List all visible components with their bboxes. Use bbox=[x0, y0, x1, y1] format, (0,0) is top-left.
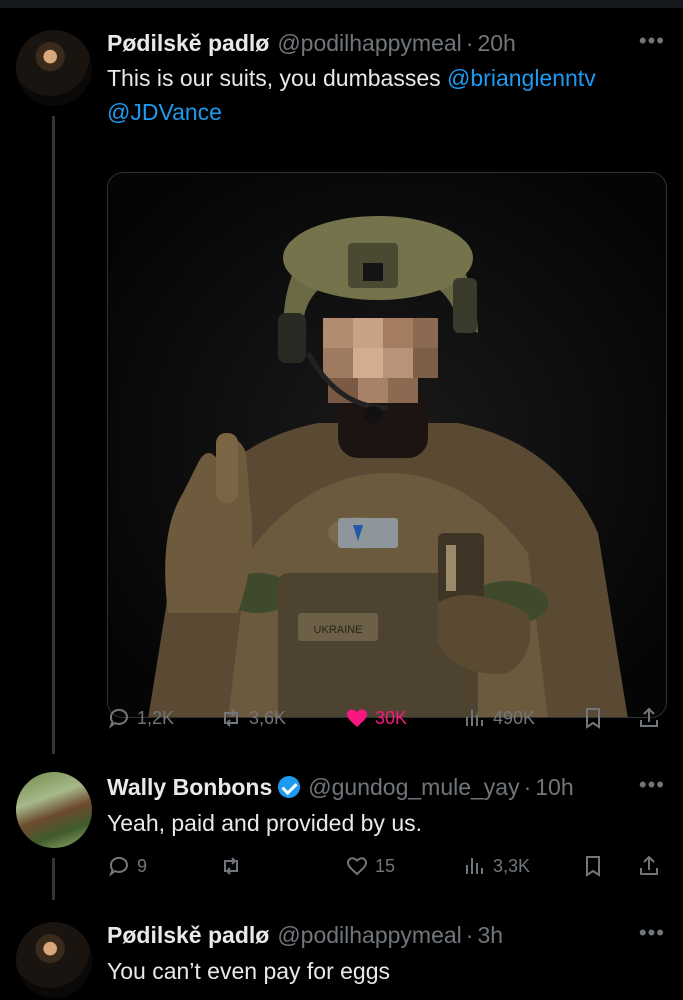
author-name[interactable]: Wally Bonbons bbox=[107, 772, 272, 802]
thread-line bbox=[52, 748, 55, 754]
share-button[interactable] bbox=[637, 854, 667, 878]
author-name[interactable]: Pødilskě padlø bbox=[107, 28, 269, 58]
like-icon bbox=[346, 857, 368, 876]
views-icon bbox=[466, 858, 483, 874]
thread-line bbox=[52, 858, 55, 900]
share-button[interactable] bbox=[637, 706, 667, 730]
tweet-image[interactable]: UKRAINE bbox=[107, 172, 667, 718]
separator: · bbox=[523, 774, 532, 800]
tweet-text-body: This is our suits, you dumbasses bbox=[107, 65, 448, 91]
timestamp[interactable]: 20h bbox=[477, 28, 515, 58]
tweet-1[interactable]: Pødilskě padlø @podilhappymeal · 20h •••… bbox=[0, 28, 683, 748]
tweet-actions: 9 15 3,3K bbox=[107, 854, 667, 886]
like-icon bbox=[347, 709, 367, 727]
thread-line bbox=[52, 116, 55, 748]
patch-text: UKRAINE bbox=[314, 624, 363, 636]
tweet-header: Pødilskě padlø @podilhappymeal · 3h bbox=[107, 920, 623, 950]
avatar[interactable] bbox=[16, 772, 92, 848]
reply-count: 9 bbox=[137, 855, 148, 876]
timestamp[interactable]: 3h bbox=[477, 920, 503, 950]
share-icon bbox=[640, 707, 658, 727]
separator: · bbox=[465, 922, 474, 948]
more-icon[interactable]: ••• bbox=[639, 772, 665, 798]
reply-count: 1,2K bbox=[137, 707, 175, 728]
like-count: 30K bbox=[375, 707, 408, 728]
soldier-photo: UKRAINE bbox=[108, 173, 666, 717]
tweet-actions: 1,2K 3,6K 30K 490K bbox=[107, 706, 667, 738]
mention-link[interactable]: @brianglenntv bbox=[447, 65, 596, 91]
retweet-icon bbox=[224, 709, 238, 727]
tweet-3[interactable]: Pødilskě padlø @podilhappymeal · 3h ••• … bbox=[0, 920, 683, 1000]
author-handle[interactable]: @podilhappymeal bbox=[277, 28, 461, 58]
reply-button[interactable]: 9 bbox=[107, 854, 147, 878]
reply-icon bbox=[108, 708, 128, 729]
bookmark-button[interactable] bbox=[581, 854, 611, 878]
bookmark-button[interactable] bbox=[581, 706, 611, 730]
reply-button[interactable]: 1,2K bbox=[107, 706, 174, 730]
mention-link[interactable]: @JDVance bbox=[107, 99, 222, 125]
views-button[interactable]: 490K bbox=[463, 706, 535, 730]
author-name[interactable]: Pødilskě padlø bbox=[107, 920, 269, 950]
tweet-text: You can’t even pay for eggs bbox=[107, 958, 391, 984]
more-icon[interactable]: ••• bbox=[639, 920, 665, 946]
like-button[interactable]: 30K bbox=[345, 706, 407, 730]
retweet-icon bbox=[224, 857, 238, 875]
views-count: 490K bbox=[493, 707, 536, 728]
bookmark-icon bbox=[586, 856, 600, 877]
top-divider bbox=[0, 0, 683, 8]
verified-icon bbox=[278, 776, 301, 798]
like-button[interactable]: 15 bbox=[345, 854, 395, 878]
more-icon[interactable]: ••• bbox=[639, 28, 665, 54]
like-count: 15 bbox=[375, 855, 396, 876]
retweet-button[interactable]: 3,6K bbox=[219, 706, 286, 730]
retweet-count: 3,6K bbox=[249, 707, 287, 728]
avatar[interactable] bbox=[16, 922, 92, 998]
bookmark-icon bbox=[586, 708, 600, 729]
avatar[interactable] bbox=[16, 30, 92, 106]
tweet-header: Wally Bonbons @gundog_mule_yay · 10h bbox=[107, 772, 623, 802]
author-handle[interactable]: @podilhappymeal bbox=[277, 920, 461, 950]
share-icon bbox=[640, 855, 658, 875]
reply-icon bbox=[108, 856, 128, 877]
timestamp[interactable]: 10h bbox=[535, 772, 573, 802]
tweet-header: Pødilskě padlø @podilhappymeal · 20h bbox=[107, 28, 623, 58]
separator: · bbox=[465, 30, 474, 56]
tweet-text: This is our suits, you dumbasses @briang… bbox=[107, 61, 667, 129]
views-count: 3,3K bbox=[493, 855, 531, 876]
views-button[interactable]: 3,3K bbox=[463, 854, 530, 878]
author-handle[interactable]: @gundog_mule_yay bbox=[308, 772, 519, 802]
tweet-2[interactable]: Wally Bonbons @gundog_mule_yay · 10h •••… bbox=[0, 748, 683, 900]
tweet-text: Yeah, paid and provided by us. bbox=[107, 810, 423, 836]
views-icon bbox=[466, 710, 483, 726]
retweet-button[interactable] bbox=[219, 854, 249, 878]
